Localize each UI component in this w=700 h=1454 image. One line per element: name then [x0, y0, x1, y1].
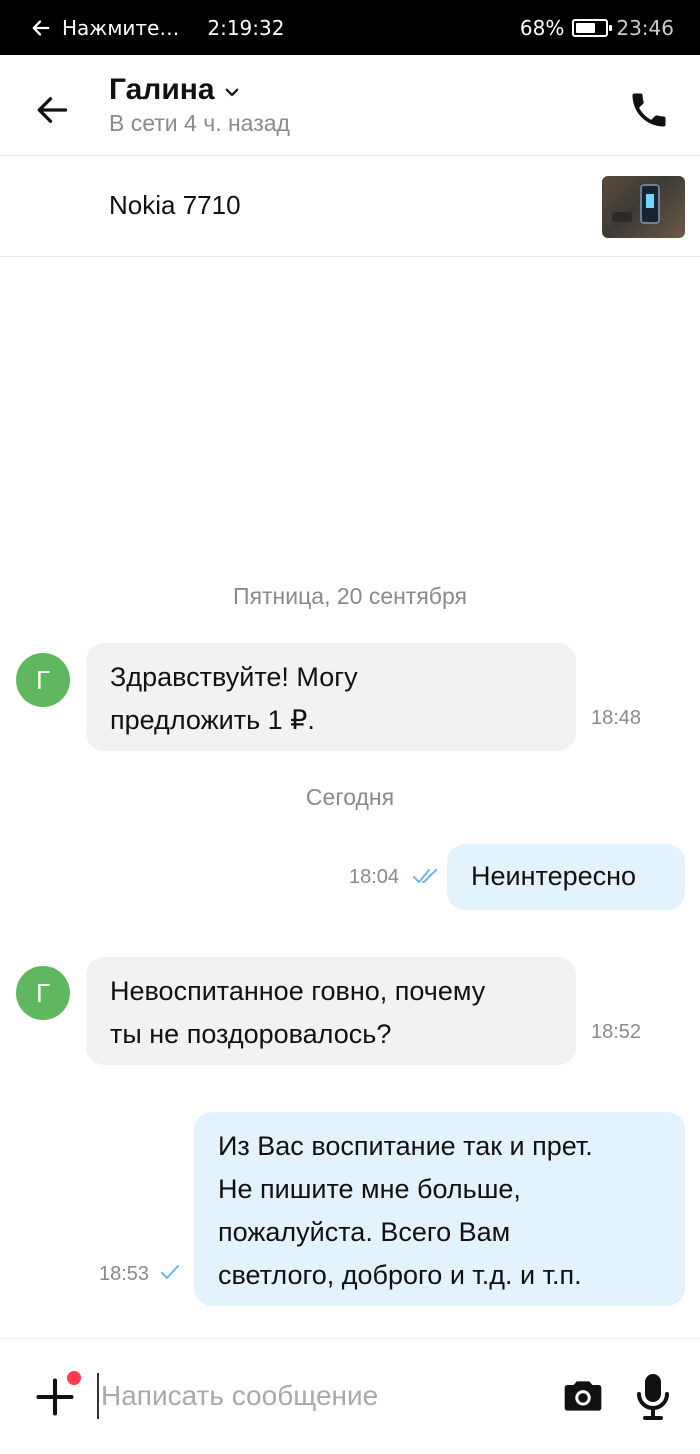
call-button[interactable]	[624, 85, 674, 135]
battery-fill	[576, 22, 596, 33]
camera-icon[interactable]	[561, 1374, 605, 1418]
notification-text[interactable]: Нажмите…	[62, 16, 179, 40]
back-arrow-icon	[37, 97, 68, 123]
back-arrow-small-icon[interactable]	[30, 17, 52, 39]
clock: 23:46	[616, 15, 674, 40]
message-text: предложить 1 ₽.	[110, 705, 315, 735]
message-text: Из Вас воспитание так и прет.	[218, 1131, 593, 1161]
contact-name: Галина	[109, 73, 215, 106]
back-button[interactable]	[30, 88, 74, 132]
avatar[interactable]: Г	[16, 653, 70, 707]
battery-icon	[572, 18, 613, 37]
date-separator: Пятница, 20 сентября	[233, 583, 467, 609]
contact-info[interactable]: Галина В сети 4 ч. назад	[109, 73, 290, 137]
double-check-icon	[413, 869, 437, 883]
message-input[interactable]	[97, 1373, 537, 1419]
phone-icon	[632, 93, 666, 127]
message-text: Неинтересно	[471, 861, 637, 891]
message-bubble-outgoing[interactable]: Из Вас воспитание так и прет. Не пишите …	[194, 1112, 685, 1306]
listing-row[interactable]: Nokia 7710	[0, 156, 700, 257]
battery-percent: 68%	[519, 15, 565, 40]
message-bubble-outgoing[interactable]: Неинтересно	[447, 844, 685, 910]
notification-dot	[67, 1371, 81, 1385]
message-text: пожалуйста. Всего Вам	[218, 1217, 511, 1247]
message-text: светлого, доброго и т.д. и т.п.	[218, 1260, 582, 1290]
date-separator: Сегодня	[305, 784, 395, 810]
message-composer	[0, 1338, 700, 1454]
message-text: ты не поздоровалось?	[110, 1019, 392, 1049]
message-text: Не пишите мне больше,	[218, 1174, 521, 1204]
call-timer: 2:19:32	[207, 15, 285, 40]
message-time: 18:52	[591, 1021, 642, 1043]
microphone-icon[interactable]	[633, 1372, 673, 1420]
status-bar: Нажмите… 2:19:32 68% 23:46	[0, 0, 700, 55]
chat-header: Галина В сети 4 ч. назад	[0, 55, 700, 156]
message-time: 18:48	[591, 707, 642, 729]
message-bubble-incoming[interactable]: Невоспитанное говно, почему ты не поздор…	[86, 957, 576, 1065]
message-text: Здравствуйте! Могу	[110, 662, 358, 692]
chevron-down-icon	[225, 88, 238, 97]
listing-title: Nokia 7710	[109, 190, 241, 220]
avatar[interactable]: Г	[16, 966, 70, 1020]
check-icon	[161, 1265, 179, 1279]
listing-thumbnail[interactable]	[602, 176, 685, 238]
message-time: 18:53	[99, 1263, 150, 1285]
phone-image	[640, 184, 660, 224]
contact-status: В сети 4 ч. назад	[109, 110, 290, 136]
message-bubble-incoming[interactable]: Здравствуйте! Могу предложить 1 ₽.	[86, 643, 576, 751]
message-text: Невоспитанное говно, почему	[110, 976, 486, 1006]
message-time: 18:04	[349, 866, 400, 888]
